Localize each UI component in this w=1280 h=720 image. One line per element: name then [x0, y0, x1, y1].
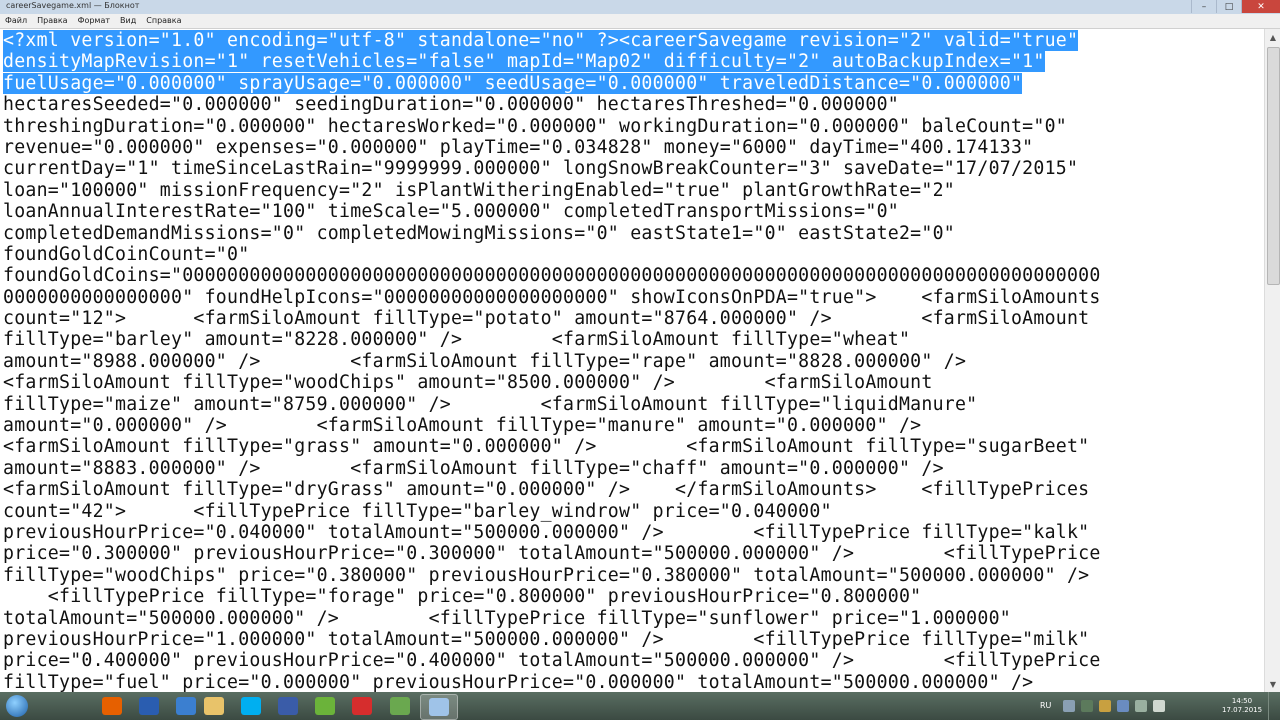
minimize-button[interactable]: –	[1191, 0, 1216, 13]
text-line[interactable]: <fillTypePrice fillType="forage" price="…	[3, 586, 1101, 607]
start-orb-icon	[6, 695, 28, 717]
scroll-thumb[interactable]	[1267, 47, 1280, 285]
text-line-selected[interactable]: fuelUsage="0.000000" sprayUsage="0.00000…	[3, 72, 1101, 94]
explorer-icon	[204, 697, 224, 715]
text-line[interactable]: previousHourPrice="1.000000" totalAmount…	[3, 629, 1101, 650]
clock[interactable]: 14:50 17.07.2015	[1222, 697, 1262, 715]
text-line[interactable]: 0000000000000000" foundHelpIcons="000000…	[3, 287, 1101, 308]
text-line[interactable]: price="0.300000" previousHourPrice="0.30…	[3, 543, 1101, 564]
winamp-taskbar-button[interactable]	[131, 694, 167, 718]
scroll-up-button[interactable]: ▲	[1265, 29, 1280, 45]
tray-icon[interactable]	[1117, 700, 1129, 712]
taskbar: RU 14:50 17.07.2015	[0, 692, 1280, 720]
text-line[interactable]: loan="100000" missionFrequency="2" isPla…	[3, 180, 1101, 201]
close-button[interactable]: ✕	[1241, 0, 1280, 13]
selected-text[interactable]: densityMapRevision="1" resetVehicles="fa…	[3, 51, 1045, 73]
text-line[interactable]: fillType="maize" amount="8759.000000" />…	[3, 394, 1101, 415]
text-line[interactable]: amount="8988.000000" /> <farmSiloAmount …	[3, 351, 1101, 372]
text-line-selected[interactable]: densityMapRevision="1" resetVehicles="fa…	[3, 51, 1101, 73]
text-line[interactable]: <farmSiloAmount fillType="grass" amount=…	[3, 436, 1101, 457]
clock-time: 14:50	[1231, 697, 1253, 705]
selected-text[interactable]: fuelUsage="0.000000" sprayUsage="0.00000…	[3, 72, 1023, 94]
text-line[interactable]: <farmSiloAmount fillType="dryGrass" amou…	[3, 479, 1101, 500]
text-line[interactable]: threshingDuration="0.000000" hectaresWor…	[3, 116, 1101, 137]
text-line[interactable]: currentDay="1" timeSinceLastRain="999999…	[3, 158, 1101, 179]
menu-help[interactable]: Справка	[141, 14, 186, 28]
installer-icon	[390, 697, 410, 715]
scroll-down-button[interactable]: ▼	[1265, 676, 1280, 692]
tray-icon[interactable]	[1099, 700, 1111, 712]
text-line[interactable]: previousHourPrice="0.040000" totalAmount…	[3, 522, 1101, 543]
winamp-icon	[139, 697, 159, 715]
maximize-button[interactable]: □	[1216, 0, 1241, 13]
text-line[interactable]: count="42"> <fillTypePrice fillType="bar…	[3, 501, 1101, 522]
text-line[interactable]: fillType="barley" amount="8228.000000" /…	[3, 329, 1101, 350]
tray-icon[interactable]	[1063, 700, 1075, 712]
utorrent-icon	[315, 697, 335, 715]
firefox-icon	[102, 697, 122, 715]
show-desktop-button[interactable]	[1268, 692, 1280, 720]
transfer-icon	[176, 697, 196, 715]
notepad-taskbar-button[interactable]	[420, 694, 458, 720]
text-line[interactable]: completedDemandMissions="0" completedMow…	[3, 223, 1101, 244]
menu-format[interactable]: Формат	[73, 14, 115, 28]
opera-icon	[352, 697, 372, 715]
text-line[interactable]: amount="0.000000" /> <farmSiloAmount fil…	[3, 415, 1101, 436]
firefox-taskbar-button[interactable]	[94, 694, 130, 718]
save-icon	[278, 697, 298, 715]
title-bar: careerSavegame.xml — Блокнот – □ ✕	[0, 0, 1280, 15]
skype-taskbar-button[interactable]	[233, 694, 269, 718]
system-tray	[1060, 692, 1168, 720]
window-controls: – □ ✕	[1191, 0, 1280, 14]
menu-view[interactable]: Вид	[115, 14, 141, 28]
selected-text[interactable]: <?xml version="1.0" encoding="utf-8" sta…	[3, 30, 1079, 51]
notepad-icon	[429, 698, 449, 716]
text-line[interactable]: fillType="woodChips" price="0.380000" pr…	[3, 565, 1101, 586]
vertical-scrollbar[interactable]: ▲ ▼	[1264, 29, 1280, 692]
text-line[interactable]: <farmSiloAmount fillType="woodChips" amo…	[3, 372, 1101, 393]
start-button[interactable]	[4, 694, 30, 718]
utorrent-taskbar-button[interactable]	[307, 694, 343, 718]
text-line[interactable]: hectaresSeeded="0.000000" seedingDuratio…	[3, 94, 1101, 115]
volume-icon[interactable]	[1153, 700, 1165, 712]
explorer-taskbar-button[interactable]	[196, 694, 232, 718]
save-taskbar-button[interactable]	[270, 694, 306, 718]
text-line[interactable]: loanAnnualInterestRate="100" timeScale="…	[3, 201, 1101, 222]
text-line[interactable]: amount="8883.000000" /> <farmSiloAmount …	[3, 458, 1101, 479]
text-line[interactable]: price="0.400000" previousHourPrice="0.40…	[3, 650, 1101, 671]
installer-taskbar-button[interactable]	[382, 694, 418, 718]
text-line-selected[interactable]: <?xml version="1.0" encoding="utf-8" sta…	[3, 30, 1101, 51]
text-line[interactable]: foundGoldCoinCount="0"	[3, 244, 1101, 265]
window-title: careerSavegame.xml — Блокнот	[6, 1, 140, 10]
text-editor[interactable]: <?xml version="1.0" encoding="utf-8" sta…	[0, 29, 1264, 692]
text-line[interactable]: fillType="fuel" price="0.000000" previou…	[3, 672, 1101, 692]
clock-date: 17.07.2015	[1222, 706, 1263, 714]
language-indicator[interactable]: RU	[1040, 701, 1051, 710]
menu-file[interactable]: Файл	[0, 14, 32, 28]
tray-icon[interactable]	[1081, 700, 1093, 712]
document-text[interactable]: <?xml version="1.0" encoding="utf-8" sta…	[3, 30, 1101, 692]
text-line[interactable]: revenue="0.000000" expenses="0.000000" p…	[3, 137, 1101, 158]
menu-edit[interactable]: Правка	[32, 14, 72, 28]
text-line[interactable]: foundGoldCoins="000000000000000000000000…	[3, 265, 1101, 286]
text-line[interactable]: count="12"> <farmSiloAmount fillType="po…	[3, 308, 1101, 329]
text-line[interactable]: totalAmount="500000.000000" /> <fillType…	[3, 608, 1101, 629]
menu-bar: Файл Правка Формат Вид Справка	[0, 14, 1280, 29]
opera-taskbar-button[interactable]	[344, 694, 380, 718]
network-icon[interactable]	[1135, 700, 1147, 712]
skype-icon	[241, 697, 261, 715]
